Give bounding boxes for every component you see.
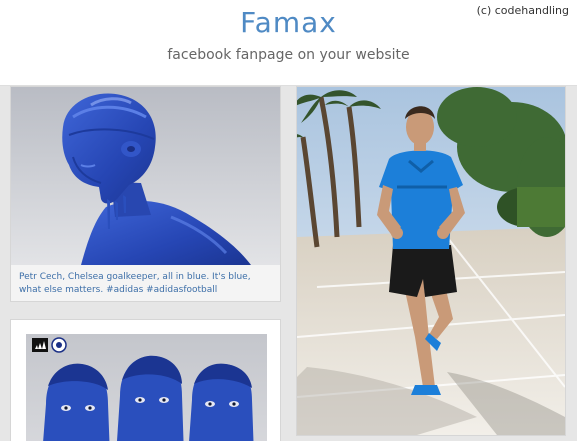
- chelsea-crest-icon: [51, 337, 67, 353]
- post-card-blue-players[interactable]: [10, 319, 281, 441]
- post-caption[interactable]: Petr Cech, Chelsea goalkeeper, all in bl…: [19, 271, 274, 297]
- post-card-cech[interactable]: Petr Cech, Chelsea goalkeeper, all in bl…: [10, 86, 281, 302]
- page-header: Famax facebook fanpage on your website (…: [0, 0, 577, 86]
- blue-painted-players-photo[interactable]: [26, 334, 267, 441]
- page-subtitle: facebook fanpage on your website: [167, 47, 410, 63]
- blue-painted-goalkeeper-photo[interactable]: [11, 87, 280, 265]
- footballer-running-photo[interactable]: [297, 87, 565, 435]
- copyright-text: (c) codehandling: [476, 4, 569, 17]
- post-card-runner[interactable]: [296, 86, 566, 436]
- adidas-logo-icon: [32, 338, 48, 352]
- post-feed: Petr Cech, Chelsea goalkeeper, all in bl…: [0, 86, 577, 441]
- famax-page: Famax facebook fanpage on your website (…: [0, 0, 577, 441]
